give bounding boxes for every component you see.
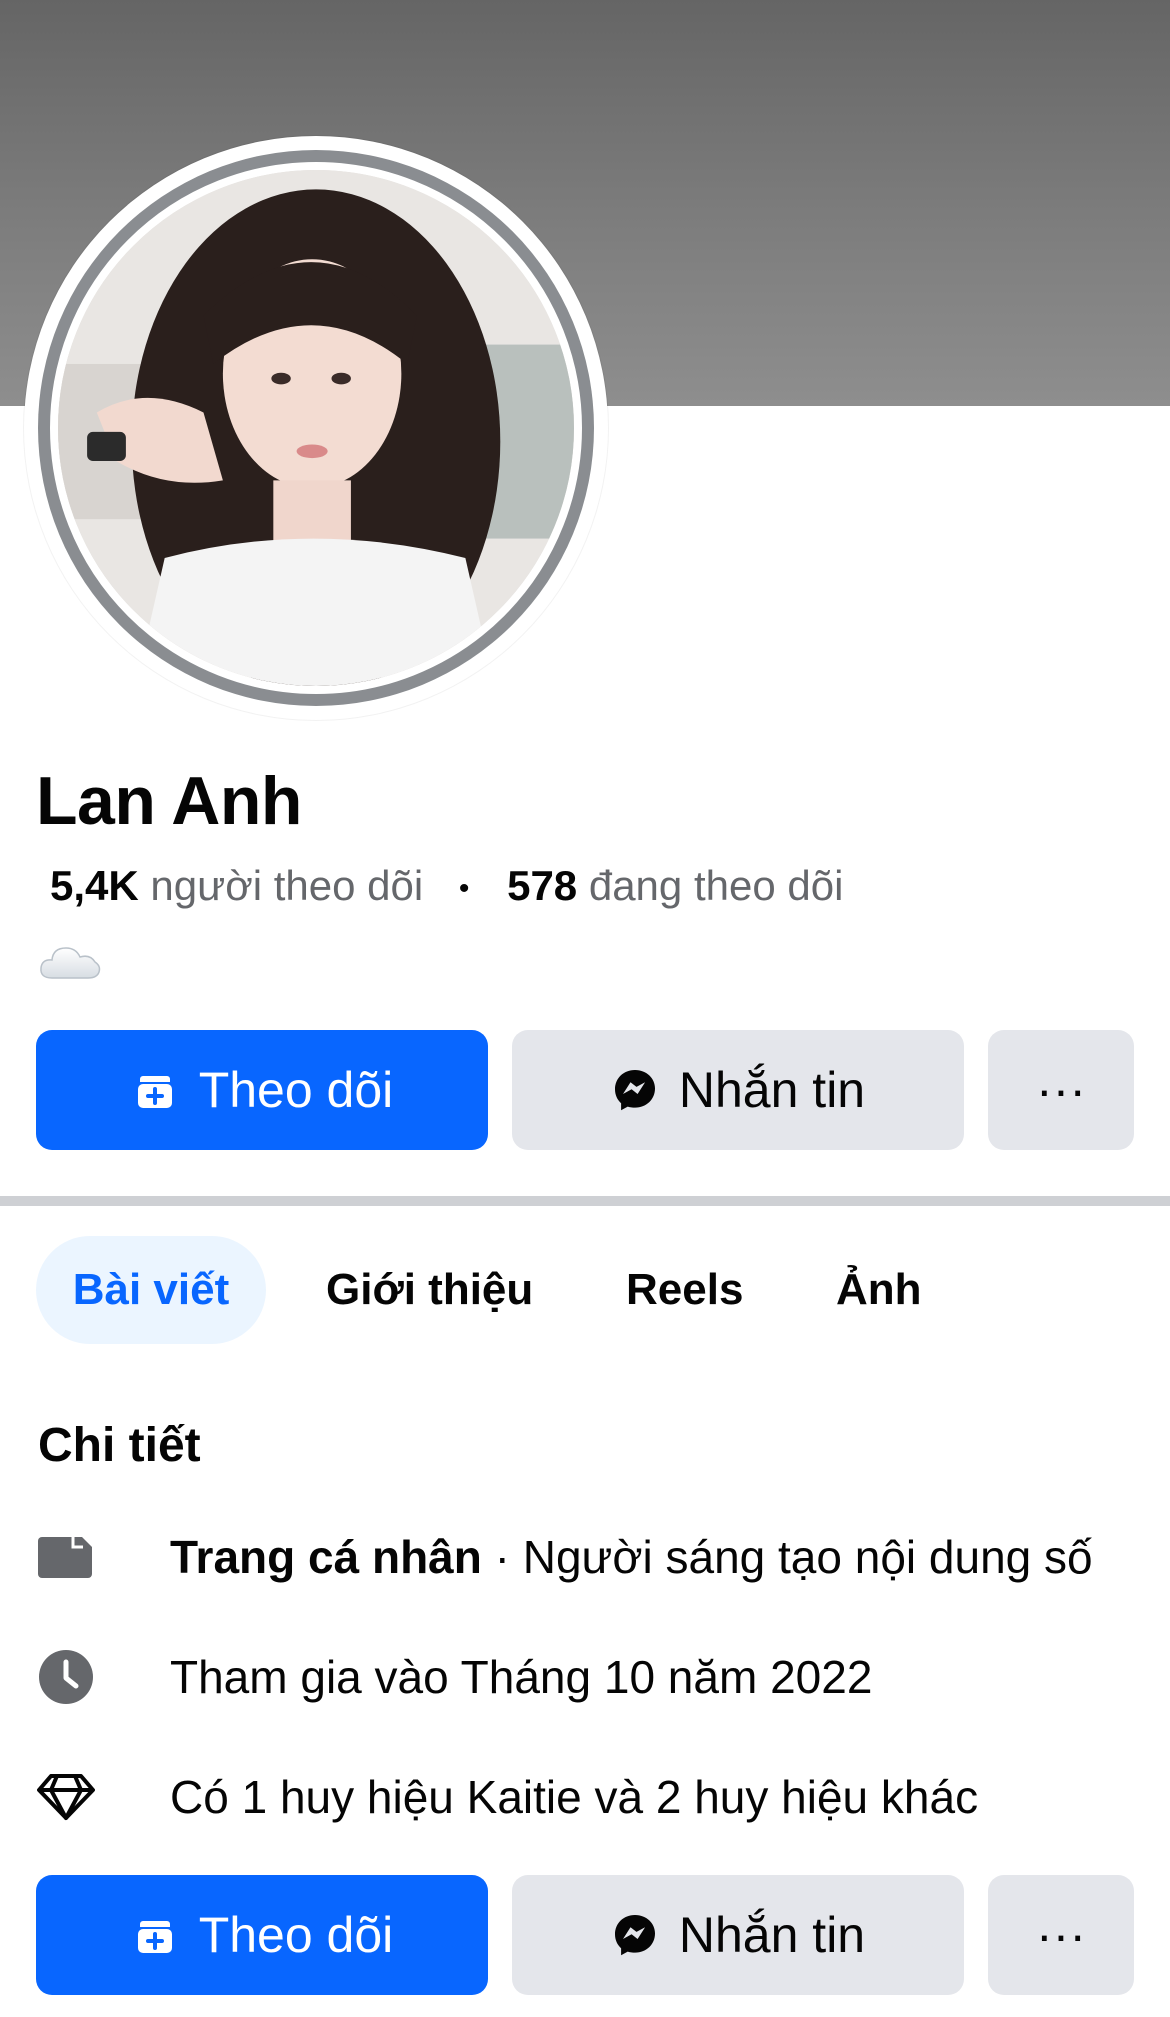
detail-page-type[interactable]: Trang cá nhân · Người sáng tạo nội dung … — [36, 1522, 1093, 1592]
clock-icon — [39, 1650, 93, 1704]
tab-reels[interactable]: Reels — [626, 1236, 743, 1344]
message-label: Nhắn tin — [678, 1907, 866, 1963]
following-label: đang theo dõi — [588, 862, 844, 909]
message-label: Nhắn tin — [678, 1062, 866, 1118]
more-options-button[interactable]: ··· — [988, 1030, 1134, 1150]
message-button-bottom[interactable]: Nhắn tin — [512, 1875, 964, 1995]
details-heading: Chi tiết — [38, 1419, 201, 1472]
follow-label: Theo dõi — [198, 1062, 394, 1118]
followers-count: 5,4K — [50, 862, 139, 909]
detail-joined: Tham gia vào Tháng 10 năm 2022 — [36, 1642, 872, 1712]
diamond-icon — [37, 1774, 95, 1820]
following-count: 578 — [507, 862, 578, 909]
more-label: ··· — [1036, 1907, 1086, 1963]
profile-picture[interactable] — [24, 136, 608, 720]
follow-label: Theo dõi — [198, 1907, 394, 1963]
tab-about[interactable]: Giới thiệu — [326, 1236, 533, 1344]
profile-actions-bottom: Theo dõi Nhắn tin ··· — [36, 1875, 1134, 1995]
stats-separator: • — [458, 871, 470, 905]
follow-icon — [137, 1076, 172, 1108]
messenger-icon — [614, 1070, 655, 1111]
cloud-emoji-icon — [40, 947, 101, 979]
detail-page-type-bold: Trang cá nhân — [170, 1531, 482, 1583]
detail-badges[interactable]: Có 1 huy hiệu Kaitie và 2 huy hiệu khác — [36, 1762, 978, 1832]
tab-photos[interactable]: Ảnh — [836, 1236, 922, 1344]
follow-button-bottom[interactable]: Theo dõi — [36, 1875, 488, 1995]
followers-link[interactable]: 5,4K người theo dõi — [50, 862, 423, 909]
follow-stats: 5,4K người theo dõi • 578 đang theo dõi — [50, 862, 843, 910]
detail-joined-text: Tham gia vào Tháng 10 năm 2022 — [170, 1651, 873, 1703]
messenger-icon — [614, 1915, 655, 1956]
message-button[interactable]: Nhắn tin — [512, 1030, 964, 1150]
following-link[interactable]: 578 đang theo dõi — [507, 862, 843, 909]
profile-photo-image — [50, 162, 582, 694]
detail-badges-text: Có 1 huy hiệu Kaitie và 2 huy hiệu khác — [170, 1771, 979, 1823]
profile-name: Lan Anh — [36, 763, 302, 839]
tab-posts[interactable]: Bài viết — [36, 1236, 266, 1344]
follow-icon — [137, 1921, 172, 1953]
more-label: ··· — [1036, 1062, 1086, 1118]
section-divider — [0, 1196, 1170, 1206]
followers-label: người theo dõi — [150, 862, 424, 909]
profile-actions-top: Theo dõi Nhắn tin ··· — [36, 1030, 1134, 1150]
follow-button[interactable]: Theo dõi — [36, 1030, 488, 1150]
page-icon — [38, 1537, 92, 1578]
more-options-button-bottom[interactable]: ··· — [988, 1875, 1134, 1995]
detail-page-type-text: · Người sáng tạo nội dung số — [481, 1531, 1093, 1583]
